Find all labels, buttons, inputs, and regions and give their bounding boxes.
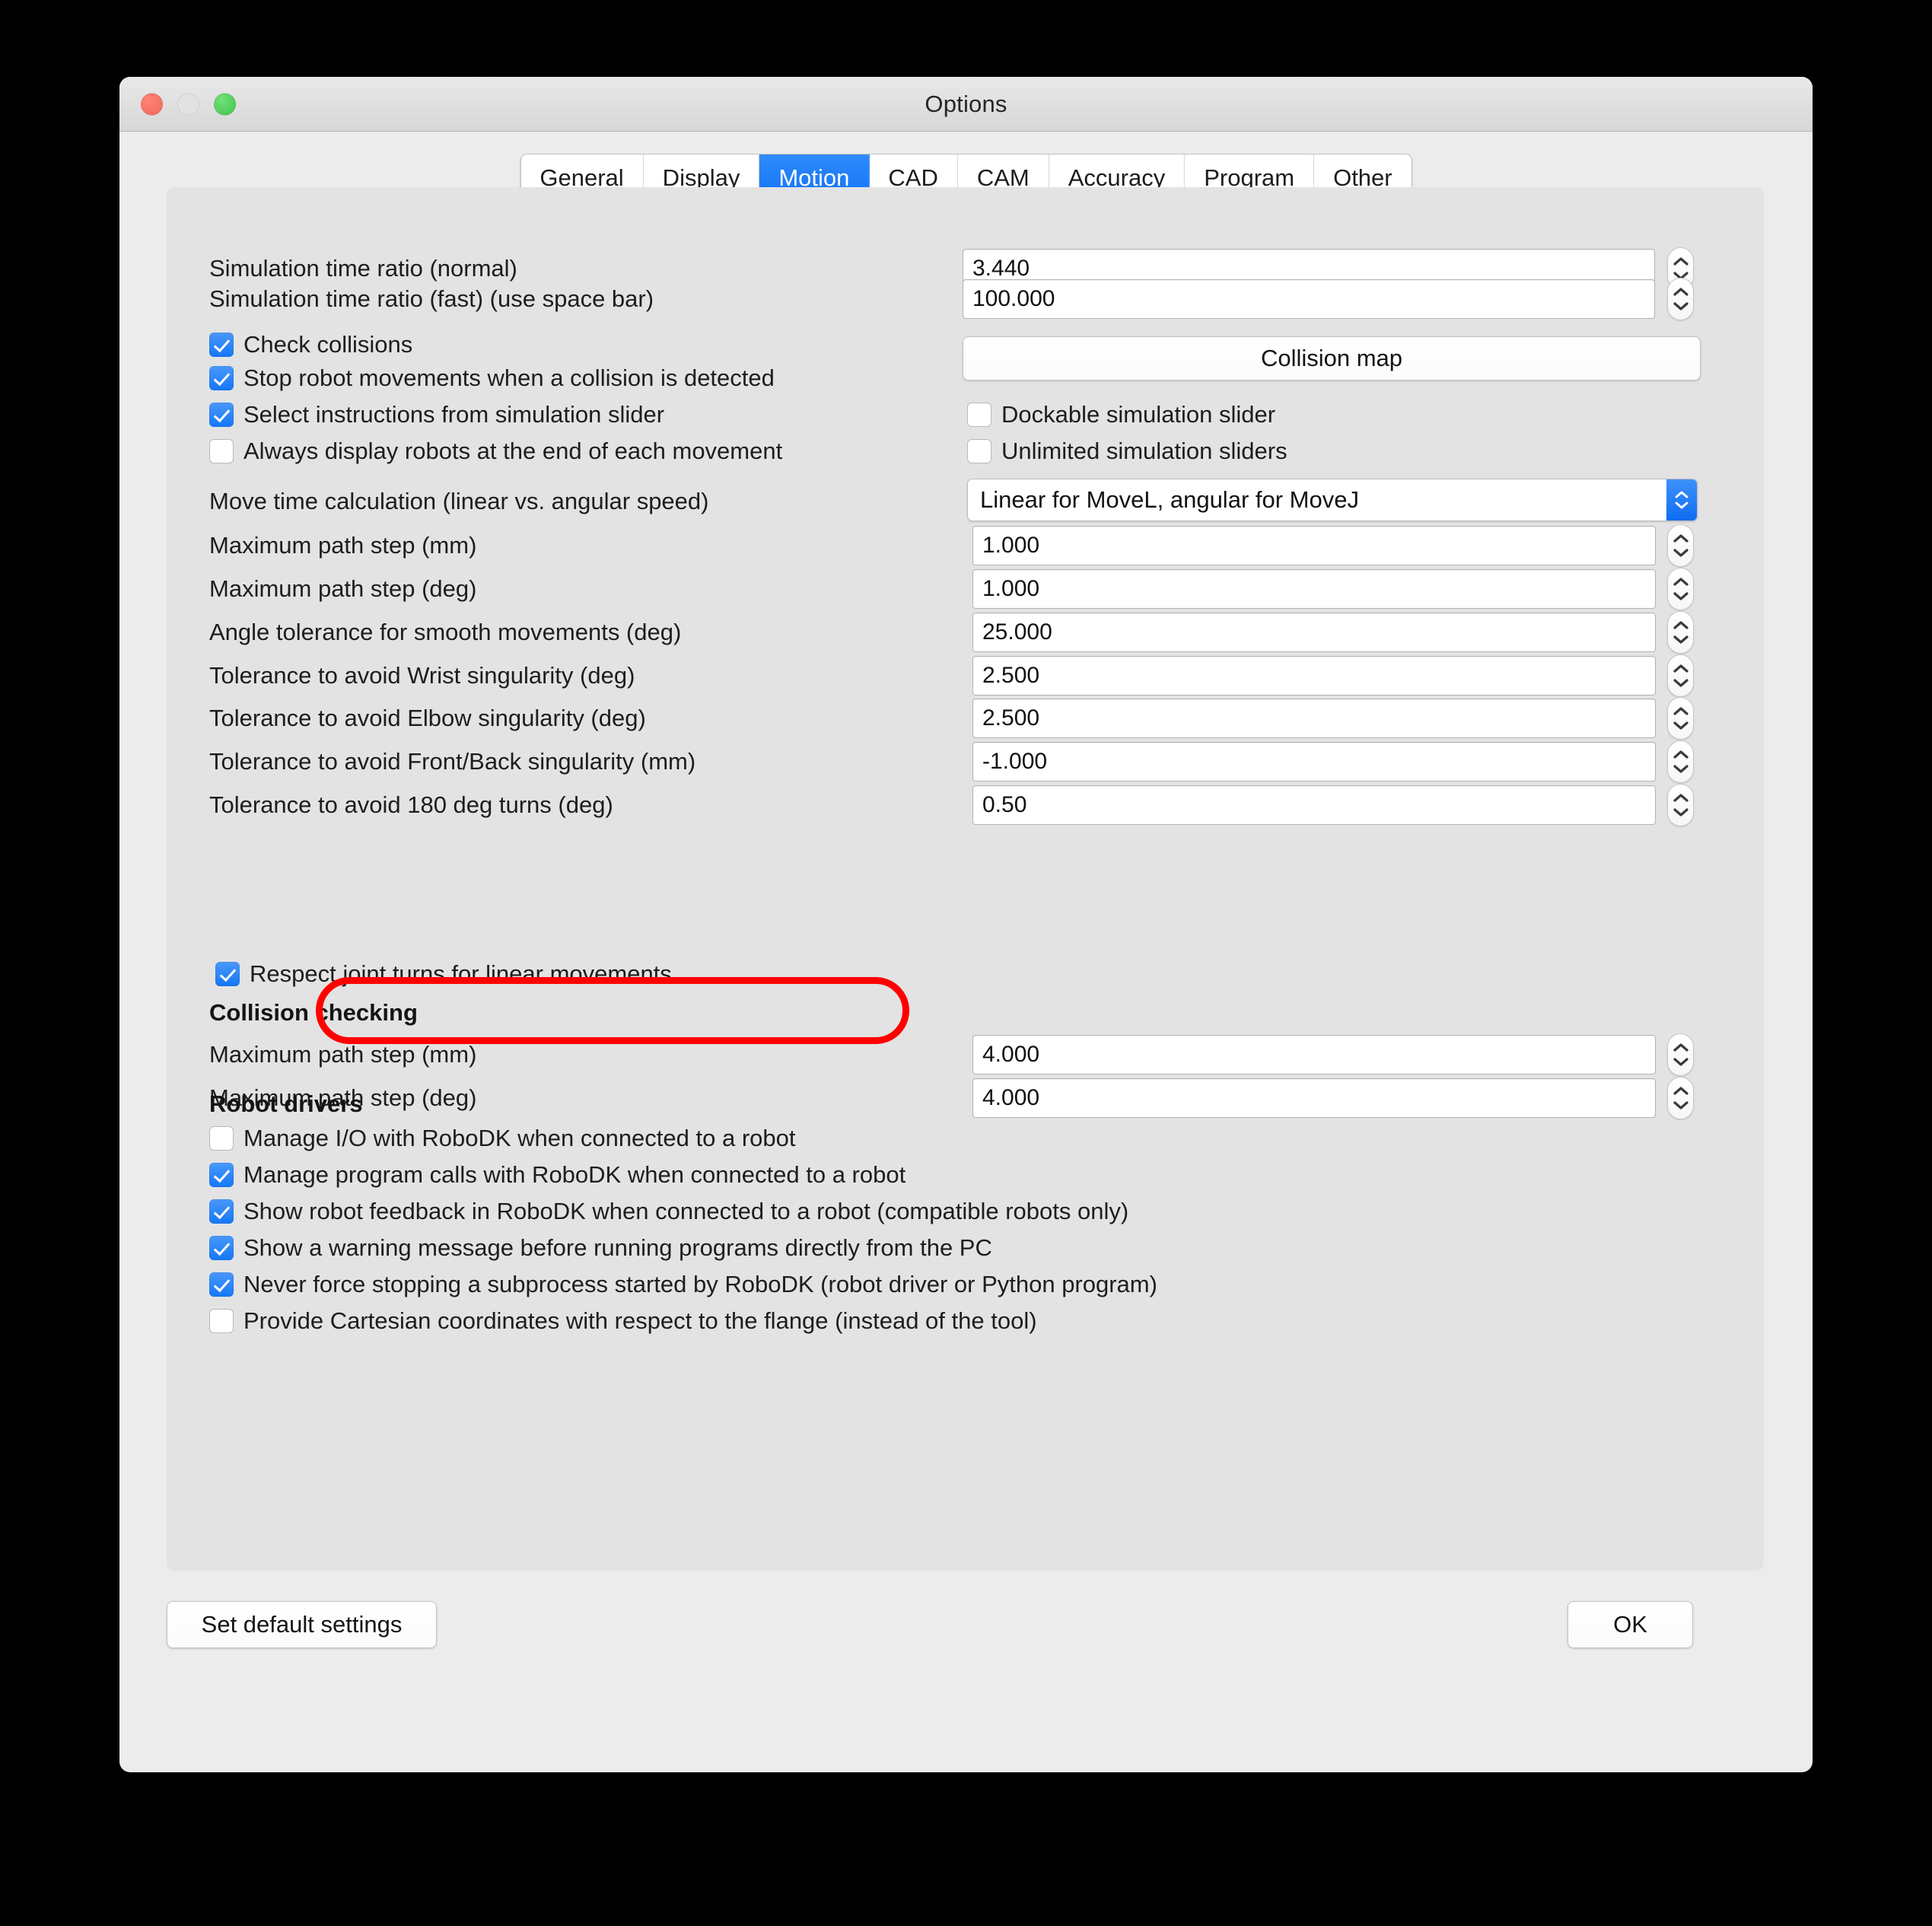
checkbox-icon-checked[interactable]: [209, 1199, 234, 1224]
label-angle-tolerance-smooth: Angle tolerance for smooth movements (de…: [209, 619, 682, 645]
checkbox-icon-unchecked[interactable]: [209, 439, 234, 463]
window-title: Options: [925, 90, 1007, 117]
heading-robot-drivers: Robot drivers: [209, 1090, 363, 1117]
checkbox-manage-program-calls[interactable]: Manage program calls with RoboDK when co…: [209, 1161, 906, 1189]
checkbox-icon-checked[interactable]: [209, 1272, 234, 1297]
checkbox-label: Always display robots at the end of each…: [243, 438, 783, 464]
max-path-step-mm-stepper[interactable]: [1667, 524, 1694, 567]
checkbox-label: Unlimited simulation sliders: [1001, 438, 1287, 464]
checkbox-label: Never force stopping a subprocess starte…: [243, 1271, 1157, 1297]
angle-tolerance-smooth-stepper[interactable]: [1667, 611, 1694, 654]
checkbox-always-display-robots[interactable]: Always display robots at the end of each…: [209, 438, 782, 465]
label-max-path-step-deg: Maximum path step (deg): [209, 575, 477, 602]
checkbox-label: Respect joint turns for linear movements: [250, 960, 672, 987]
collision-map-button[interactable]: Collision map: [963, 336, 1701, 380]
move-time-calculation-value: Linear for MoveL, angular for MoveJ: [980, 486, 1359, 513]
checkbox-label: Show a warning message before running pr…: [243, 1234, 992, 1261]
checkbox-dockable-simulation-slider[interactable]: Dockable simulation slider: [967, 401, 1275, 428]
row-elbow-singularity: Tolerance to avoid Elbow singularity (de…: [167, 697, 1764, 740]
checkbox-icon-checked[interactable]: [209, 1236, 234, 1260]
cc-max-path-step-deg-input[interactable]: 4.000: [972, 1078, 1656, 1118]
checkbox-icon-unchecked[interactable]: [209, 1309, 234, 1333]
set-default-settings-button[interactable]: Set default settings: [167, 1601, 437, 1648]
row-sim-ratio-fast: Simulation time ratio (fast) (use space …: [167, 278, 1764, 320]
elbow-singularity-stepper[interactable]: [1667, 697, 1694, 740]
checkbox-label: Select instructions from simulation slid…: [243, 401, 665, 428]
checkbox-icon-unchecked[interactable]: [967, 439, 991, 463]
checkbox-unlimited-simulation-sliders[interactable]: Unlimited simulation sliders: [967, 438, 1287, 465]
checkbox-icon-checked[interactable]: [209, 333, 234, 357]
label-elbow-singularity: Tolerance to avoid Elbow singularity (de…: [209, 705, 646, 731]
checkbox-icon-unchecked[interactable]: [209, 1126, 234, 1151]
checkbox-label: Stop robot movements when a collision is…: [243, 365, 775, 391]
row-wrist-singularity: Tolerance to avoid Wrist singularity (de…: [167, 654, 1764, 697]
sim-ratio-fast-stepper[interactable]: [1667, 278, 1694, 320]
ok-button[interactable]: OK: [1568, 1601, 1693, 1648]
max-path-step-deg-stepper[interactable]: [1667, 568, 1694, 610]
row-max-path-step-mm: Maximum path step (mm) 1.000: [167, 524, 1764, 567]
motion-settings-panel: Simulation time ratio (normal) 3.440 Sim…: [167, 187, 1764, 1571]
180deg-turns-stepper[interactable]: [1667, 784, 1694, 826]
max-path-step-mm-input[interactable]: 1.000: [972, 526, 1656, 565]
label-max-path-step-mm: Maximum path step (mm): [209, 532, 477, 559]
checkbox-label: Provide Cartesian coordinates with respe…: [243, 1307, 1037, 1334]
row-max-path-step-deg: Maximum path step (deg) 1.000: [167, 568, 1764, 610]
window-titlebar: Options: [119, 77, 1813, 132]
row-cc-max-path-step-deg: Maximum path step (deg) 4.000: [167, 1077, 1764, 1119]
label-frontback-singularity: Tolerance to avoid Front/Back singularit…: [209, 748, 696, 775]
row-angle-tolerance-smooth: Angle tolerance for smooth movements (de…: [167, 611, 1764, 654]
checkbox-icon-checked[interactable]: [209, 1163, 234, 1187]
label-wrist-singularity: Tolerance to avoid Wrist singularity (de…: [209, 662, 635, 689]
checkbox-show-robot-feedback[interactable]: Show robot feedback in RoboDK when conne…: [209, 1198, 1128, 1225]
row-frontback-singularity: Tolerance to avoid Front/Back singularit…: [167, 740, 1764, 783]
checkbox-label: Manage program calls with RoboDK when co…: [243, 1161, 906, 1188]
cc-max-path-step-deg-stepper[interactable]: [1667, 1077, 1694, 1119]
angle-tolerance-smooth-input[interactable]: 25.000: [972, 613, 1656, 652]
label-sim-ratio-fast: Simulation time ratio (fast) (use space …: [209, 285, 654, 312]
elbow-singularity-input[interactable]: 2.500: [972, 699, 1656, 738]
checkbox-show-warning-message[interactable]: Show a warning message before running pr…: [209, 1234, 992, 1262]
label-cc-max-path-step-mm: Maximum path step (mm): [209, 1041, 477, 1068]
frontback-singularity-input[interactable]: -1.000: [972, 742, 1656, 782]
label-180deg-turns: Tolerance to avoid 180 deg turns (deg): [209, 791, 613, 818]
checkbox-icon-checked[interactable]: [209, 403, 234, 427]
checkbox-icon-checked[interactable]: [215, 962, 240, 986]
row-cc-max-path-step-mm: Maximum path step (mm) 4.000: [167, 1033, 1764, 1076]
180deg-turns-input[interactable]: 0.50: [972, 785, 1656, 825]
cc-max-path-step-mm-stepper[interactable]: [1667, 1033, 1694, 1076]
chevron-updown-icon[interactable]: [1666, 479, 1697, 520]
checkbox-respect-joint-turns[interactable]: Respect joint turns for linear movements: [215, 960, 672, 988]
move-time-calculation-select[interactable]: Linear for MoveL, angular for MoveJ: [967, 479, 1698, 521]
sim-ratio-fast-input[interactable]: 100.000: [963, 279, 1655, 319]
cc-max-path-step-mm-input[interactable]: 4.000: [972, 1035, 1656, 1074]
checkbox-label: Show robot feedback in RoboDK when conne…: [243, 1198, 1129, 1224]
wrist-singularity-stepper[interactable]: [1667, 654, 1694, 697]
checkbox-manage-io[interactable]: Manage I/O with RoboDK when connected to…: [209, 1125, 796, 1152]
max-path-step-deg-input[interactable]: 1.000: [972, 569, 1656, 609]
wrist-singularity-input[interactable]: 2.500: [972, 656, 1656, 696]
checkbox-label: Manage I/O with RoboDK when connected to…: [243, 1125, 796, 1151]
checkbox-label: Check collisions: [243, 331, 413, 358]
checkbox-cartesian-wrt-flange[interactable]: Provide Cartesian coordinates with respe…: [209, 1307, 1037, 1335]
checkbox-never-force-stop-subprocess[interactable]: Never force stopping a subprocess starte…: [209, 1271, 1157, 1298]
label-move-time-calculation: Move time calculation (linear vs. angula…: [209, 488, 709, 514]
checkbox-check-collisions[interactable]: Check collisions: [209, 331, 412, 358]
checkbox-icon-checked[interactable]: [209, 366, 234, 390]
frontback-singularity-stepper[interactable]: [1667, 740, 1694, 783]
checkbox-label: Dockable simulation slider: [1001, 401, 1276, 428]
checkbox-select-instructions-from-slider[interactable]: Select instructions from simulation slid…: [209, 401, 664, 428]
row-180deg-turns: Tolerance to avoid 180 deg turns (deg) 0…: [167, 784, 1764, 826]
checkbox-icon-unchecked[interactable]: [967, 403, 991, 427]
options-window: Options General Display Motion CAD CAM A…: [119, 77, 1813, 1772]
heading-collision-checking: Collision checking: [209, 999, 418, 1026]
checkbox-stop-robot-on-collision[interactable]: Stop robot movements when a collision is…: [209, 365, 775, 392]
